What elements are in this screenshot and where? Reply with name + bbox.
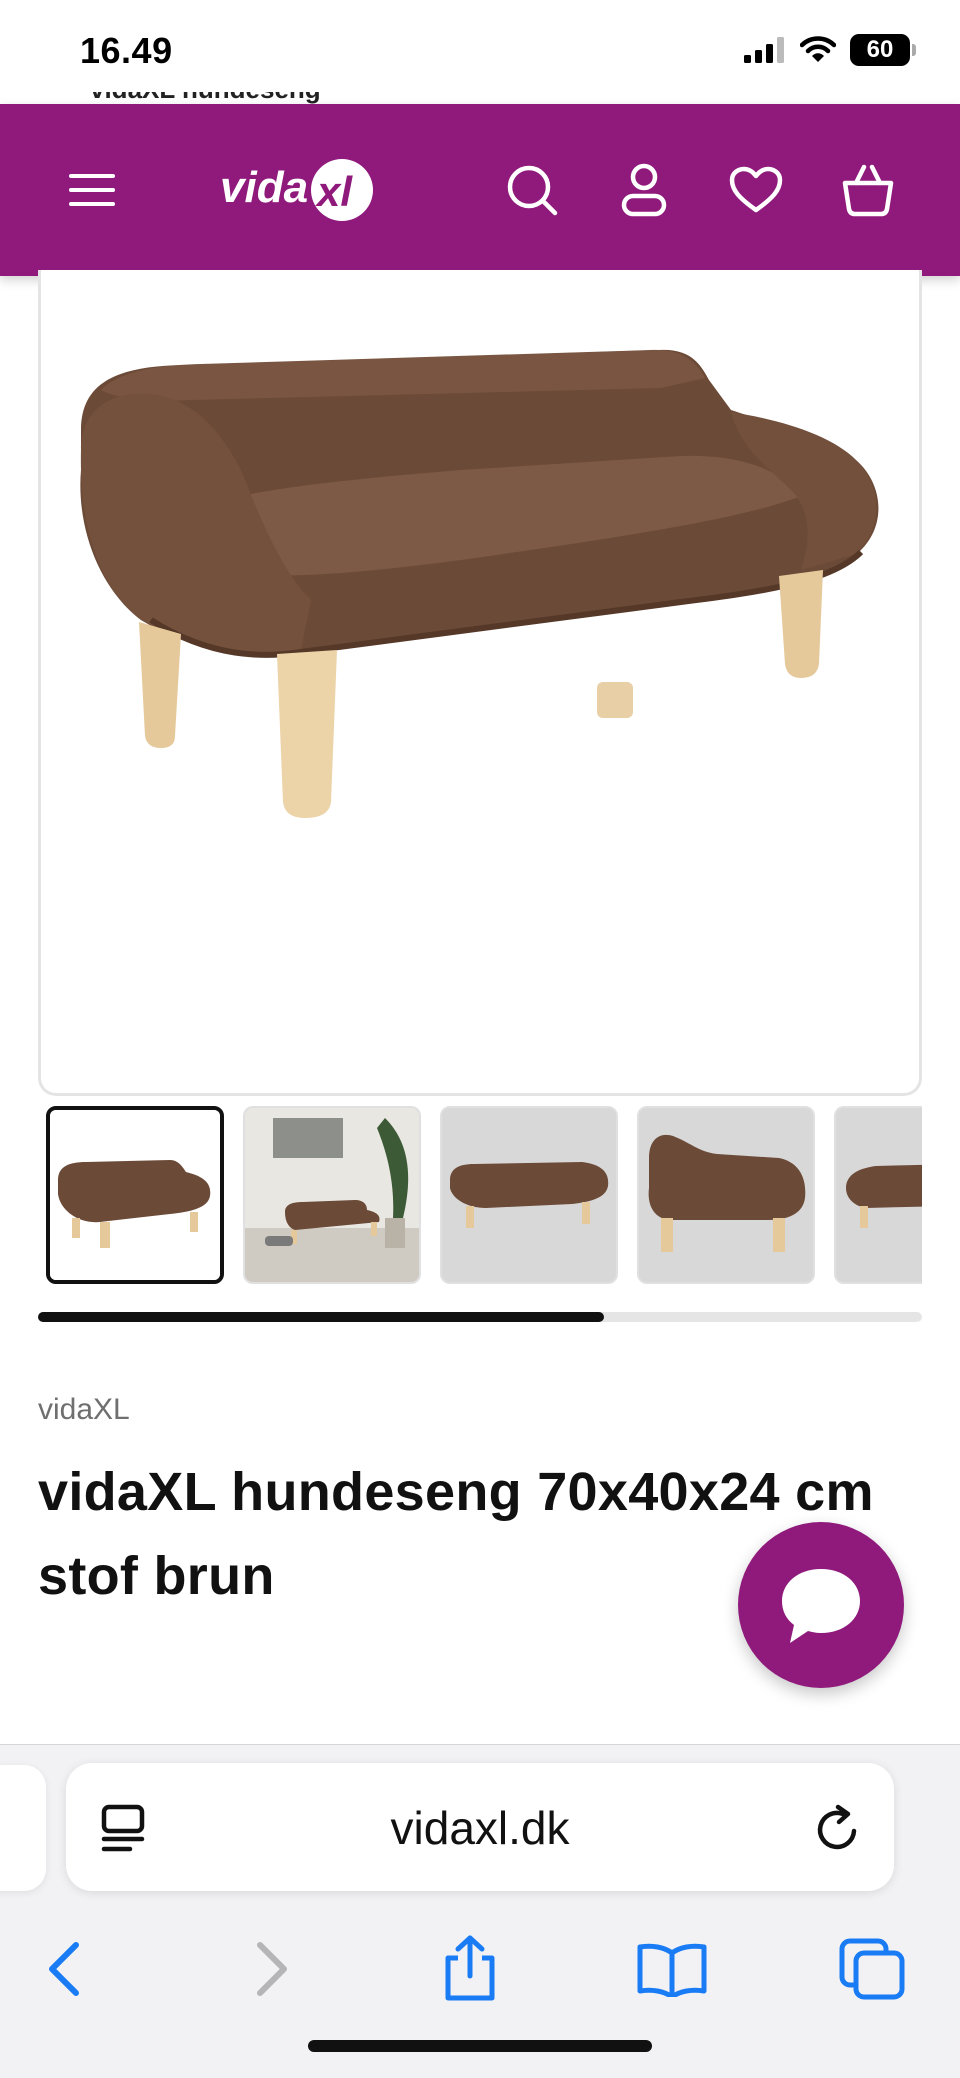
browser-nav-row <box>0 1913 960 2013</box>
dog-sofa-image <box>80 349 879 818</box>
product-brand[interactable]: vidaXL <box>38 1393 130 1427</box>
url-text[interactable]: vidaxl.dk <box>66 1801 894 1855</box>
reload-icon[interactable] <box>810 1801 866 1857</box>
heart-icon[interactable] <box>724 158 788 222</box>
share-icon[interactable] <box>430 1929 510 2009</box>
chat-button[interactable] <box>738 1522 904 1688</box>
status-icons: 60 <box>744 34 916 66</box>
thumbnail-5[interactable] <box>834 1106 922 1284</box>
forward-arrow-icon[interactable] <box>232 1929 312 2009</box>
tabs-icon[interactable] <box>832 1929 912 2009</box>
bookmarks-icon[interactable] <box>632 1929 712 2009</box>
status-bar: 16.49 60 <box>0 0 960 104</box>
thumbnail-3[interactable] <box>440 1106 618 1284</box>
svg-text:vida: vida <box>220 163 308 212</box>
status-time: 16.49 <box>80 30 173 71</box>
thumbnail-2[interactable] <box>243 1106 421 1284</box>
hamburger-menu-icon[interactable] <box>60 158 124 222</box>
thumbnail-4[interactable] <box>637 1106 815 1284</box>
signal-icon <box>744 37 784 63</box>
wifi-icon <box>800 36 836 62</box>
back-arrow-icon[interactable] <box>24 1929 104 2009</box>
chat-bubble-icon <box>782 1569 860 1643</box>
gallery-scroll-progress[interactable] <box>38 1312 922 1322</box>
thumbnail-1[interactable] <box>46 1106 224 1284</box>
battery-indicator: 60 <box>850 34 916 66</box>
svg-text:xl: xl <box>315 168 353 215</box>
home-indicator[interactable] <box>308 2040 652 2052</box>
browser-toolbar: vidaxl.dk <box>0 1744 960 2078</box>
basket-icon[interactable] <box>836 158 900 222</box>
product-main-image[interactable] <box>38 270 922 1096</box>
page: 16.49 60 vidaXL hundeseng <box>0 0 960 2078</box>
previous-tab-preview[interactable] <box>0 1765 46 1891</box>
search-icon[interactable] <box>500 158 564 222</box>
gallery-scroll-progress-fill <box>38 1312 604 1322</box>
address-bar[interactable]: vidaxl.dk <box>66 1763 894 1891</box>
account-icon[interactable] <box>612 158 676 222</box>
thumbnail-strip[interactable] <box>38 1106 922 1286</box>
vidaxl-logo[interactable]: vida xl <box>220 148 376 232</box>
site-header: vida xl <box>0 104 960 276</box>
